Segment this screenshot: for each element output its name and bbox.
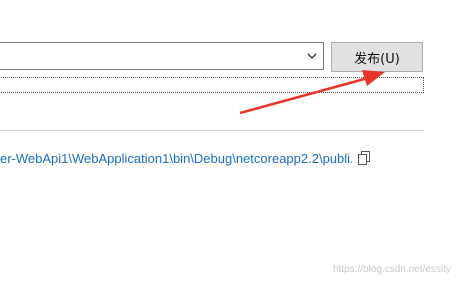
publish-button[interactable]: 发布(U)	[331, 42, 423, 72]
output-path-link[interactable]: er-WebApi1\WebApplication1\bin\Debug\net…	[0, 151, 352, 166]
chevron-down-icon[interactable]	[303, 44, 321, 68]
target-dropdown[interactable]	[0, 42, 324, 70]
watermark: https://blog.csdn.net/essity	[333, 264, 451, 275]
focused-field[interactable]	[0, 77, 424, 93]
divider	[0, 130, 424, 131]
copy-icon[interactable]	[357, 151, 371, 166]
